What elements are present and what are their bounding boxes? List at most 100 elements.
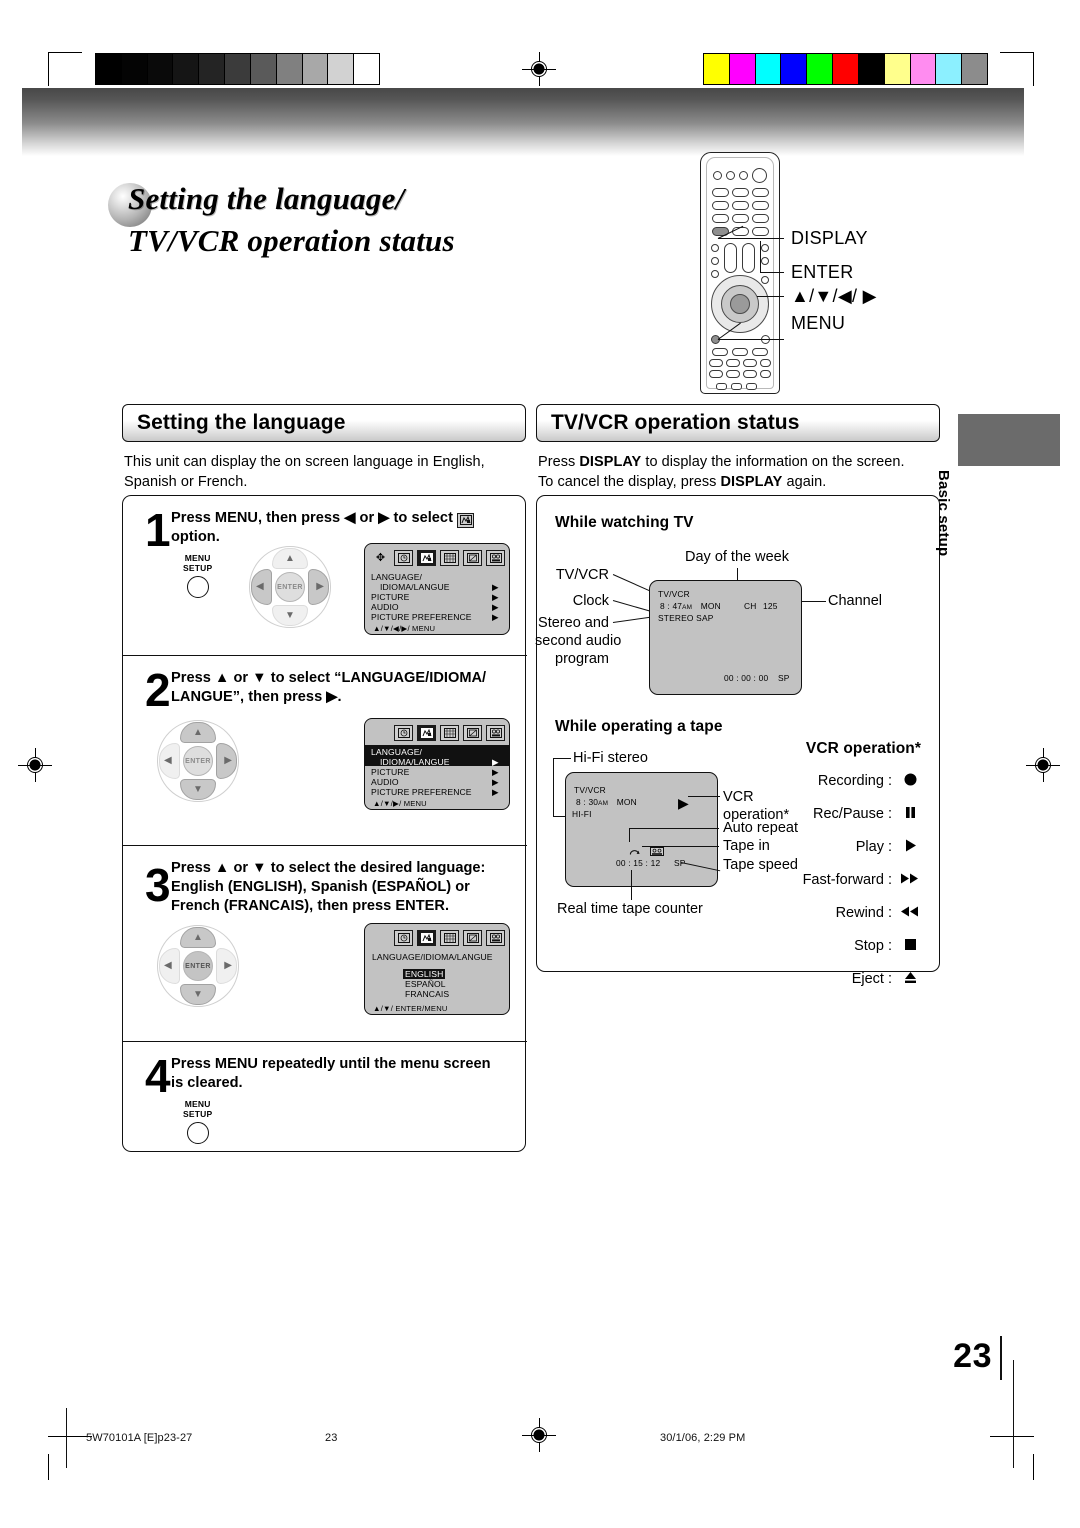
remote-button	[726, 370, 740, 378]
language-icon	[417, 930, 436, 946]
dpad-enter-label: ENTER	[183, 746, 213, 776]
step-4-text-line2: is cleared.	[171, 1075, 243, 1091]
grayscale-swatch	[173, 54, 200, 84]
color-swatch	[729, 54, 756, 84]
page-number-rule	[1000, 1336, 1002, 1380]
right-intro-l1c: to display the information on the screen…	[641, 454, 905, 470]
leader-hifi-top	[553, 758, 571, 760]
osd-row-language-cont: IDIOMA/LANGUE ▶	[380, 582, 509, 593]
step-1-number: 1	[145, 504, 171, 556]
osd-icon-row	[394, 930, 505, 946]
osd-4way-icon: ✥	[375, 552, 386, 564]
while-watching-tv-heading: While watching TV	[555, 514, 694, 531]
vcr-operation-heading: VCR operation*	[805, 740, 921, 757]
footer-timestamp: 30/1/06, 2:29 PM	[660, 1432, 746, 1444]
osd-step3-title-label: LANGUAGE/IDIOMA/LANGUE	[372, 952, 493, 962]
step-1-text: Press MENU, then press ◀ or ▶ to select …	[171, 509, 516, 547]
osd-row-picture-preference: PICTURE PREFERENCE ▶	[371, 612, 509, 623]
vcr-op-recording: Recording :	[771, 764, 921, 797]
step-separator-1	[123, 655, 527, 657]
osd-icon-row	[394, 725, 505, 741]
remote-callout-arrows: ▲/▼/◀/ ▶	[791, 286, 877, 306]
osd-option-francais-label: FRANCAIS	[405, 989, 450, 999]
annotation-stereo-line3: program	[555, 651, 609, 667]
osd-row-language-cont: IDIOMA/LANGUE ▶	[380, 757, 509, 768]
grayscale-swatch	[147, 54, 174, 84]
right-intro-line1: Press DISPLAY to display the information…	[538, 452, 948, 472]
remote-button	[732, 214, 749, 223]
remote-button	[761, 244, 769, 252]
vcr-op-play-label: Play :	[855, 838, 892, 855]
remote-button	[743, 370, 757, 378]
vcr-op-fast-forward: Fast-forward :	[771, 863, 921, 896]
grayscale-swatch	[96, 54, 122, 84]
color-swatch	[962, 54, 987, 84]
tv-osd-channel-number: 125	[763, 601, 778, 611]
step-3-text: Press ▲ or ▼ to select the desired langu…	[171, 859, 523, 916]
remote-button	[716, 383, 727, 390]
annotation-hifi-stereo: Hi-Fi stereo	[573, 750, 648, 766]
osd-row-language: LANGUAGE/	[371, 747, 422, 757]
leader-vcr-operation	[688, 796, 720, 798]
page-title-line1: Setting the language/	[128, 181, 405, 216]
step-2-text-line1: Press ▲ or ▼ to select “LANGUAGE/IDIOMA/	[171, 670, 487, 686]
page-number: 23	[953, 1337, 992, 1375]
osd-option-espanol-label: ESPAÑOL	[405, 979, 446, 989]
color-swatch	[807, 54, 834, 84]
tv-osd-counter: 00 : 00 : 00	[724, 673, 769, 683]
osd-row-picture-preference: PICTURE PREFERENCE ▶	[371, 787, 509, 798]
color-swatch	[755, 54, 782, 84]
blank-screen-icon	[463, 550, 482, 566]
remote-button	[731, 383, 742, 390]
osd-row-language-l1: LANGUAGE/	[371, 572, 423, 582]
step-3-text-line1: Press ▲ or ▼ to select the desired langu…	[171, 860, 486, 876]
annotation-stereo-line1: Stereo and	[538, 615, 609, 631]
tape-osd-time: 8 : 30AM MON	[576, 797, 637, 807]
step-2-text: Press ▲ or ▼ to select “LANGUAGE/IDIOMA/…	[171, 669, 521, 707]
vcr-op-rec-pause-label: Rec/Pause :	[813, 805, 892, 822]
osd-option-english: ENGLISH	[403, 969, 446, 979]
tape-osd-screen: TV/VCR 8 : 30AM MON HI-FI ▶ 00 : 15 : 12…	[565, 772, 718, 887]
clock-icon	[394, 550, 413, 566]
remote-button	[713, 171, 722, 180]
step-separator-2	[123, 845, 527, 847]
step-2-dpad: ▲ ▼ ◀ ▶ ENTER	[157, 720, 239, 802]
grayscale-swatch	[302, 54, 329, 84]
tv-osd-time-value: 8 : 47	[660, 601, 683, 611]
annotation-stereo-sap: Stereo and second audio program	[535, 614, 621, 668]
remote-button	[761, 276, 769, 284]
vcr-op-stop: Stop :	[771, 929, 921, 962]
remote-channel-up-button	[724, 243, 737, 273]
leader-hifi-stem	[553, 758, 555, 816]
step-4-menu-ring-icon	[186, 1122, 209, 1144]
right-intro-text: Press DISPLAY to display the information…	[538, 452, 948, 492]
step-1-menu-ring-icon	[186, 576, 209, 598]
vcr-op-stop-label: Stop :	[854, 937, 892, 954]
callout-line-arrows	[757, 296, 784, 298]
remote-button	[760, 359, 771, 367]
remote-button	[752, 188, 769, 197]
osd-option-english-label: ENGLISH	[403, 969, 446, 979]
step-3-number: 3	[145, 859, 171, 911]
crop-mark-top-right	[1000, 52, 1034, 86]
steps-panel: 1 Press MENU, then press ◀ or ▶ to selec…	[122, 495, 527, 1152]
leader-tv-vcr	[612, 574, 652, 593]
tv-osd-channel-label: CH	[744, 601, 757, 611]
osd-menu-step3: LANGUAGE/IDIOMA/LANGUE ENGLISH ESPAÑOL F…	[364, 923, 510, 1015]
vcr-op-rec-pause: Rec/Pause :	[771, 797, 921, 830]
remote-volume-button	[742, 243, 755, 273]
side-tab-block	[958, 414, 1060, 466]
page-title: Setting the language/ TV/VCR operation s…	[128, 178, 688, 262]
remote-button	[739, 171, 748, 180]
fast-forward-icon	[899, 871, 921, 889]
section-heading-left-label: Setting the language	[137, 411, 346, 434]
leader-channel	[802, 601, 826, 603]
osd-row-picture-preference-label: PICTURE PREFERENCE	[371, 787, 472, 797]
tape-icon	[486, 930, 505, 946]
dpad-enter-label: ENTER	[183, 951, 213, 981]
grayscale-swatch	[199, 54, 226, 84]
step-3-dpad: ▲ ▼ ◀ ▶ ENTER	[157, 925, 239, 1007]
osd-row-audio-label: AUDIO	[371, 777, 399, 787]
section-heading-right-label: TV/VCR operation status	[551, 411, 800, 434]
tv-osd-mode: TV/VCR	[658, 589, 690, 599]
